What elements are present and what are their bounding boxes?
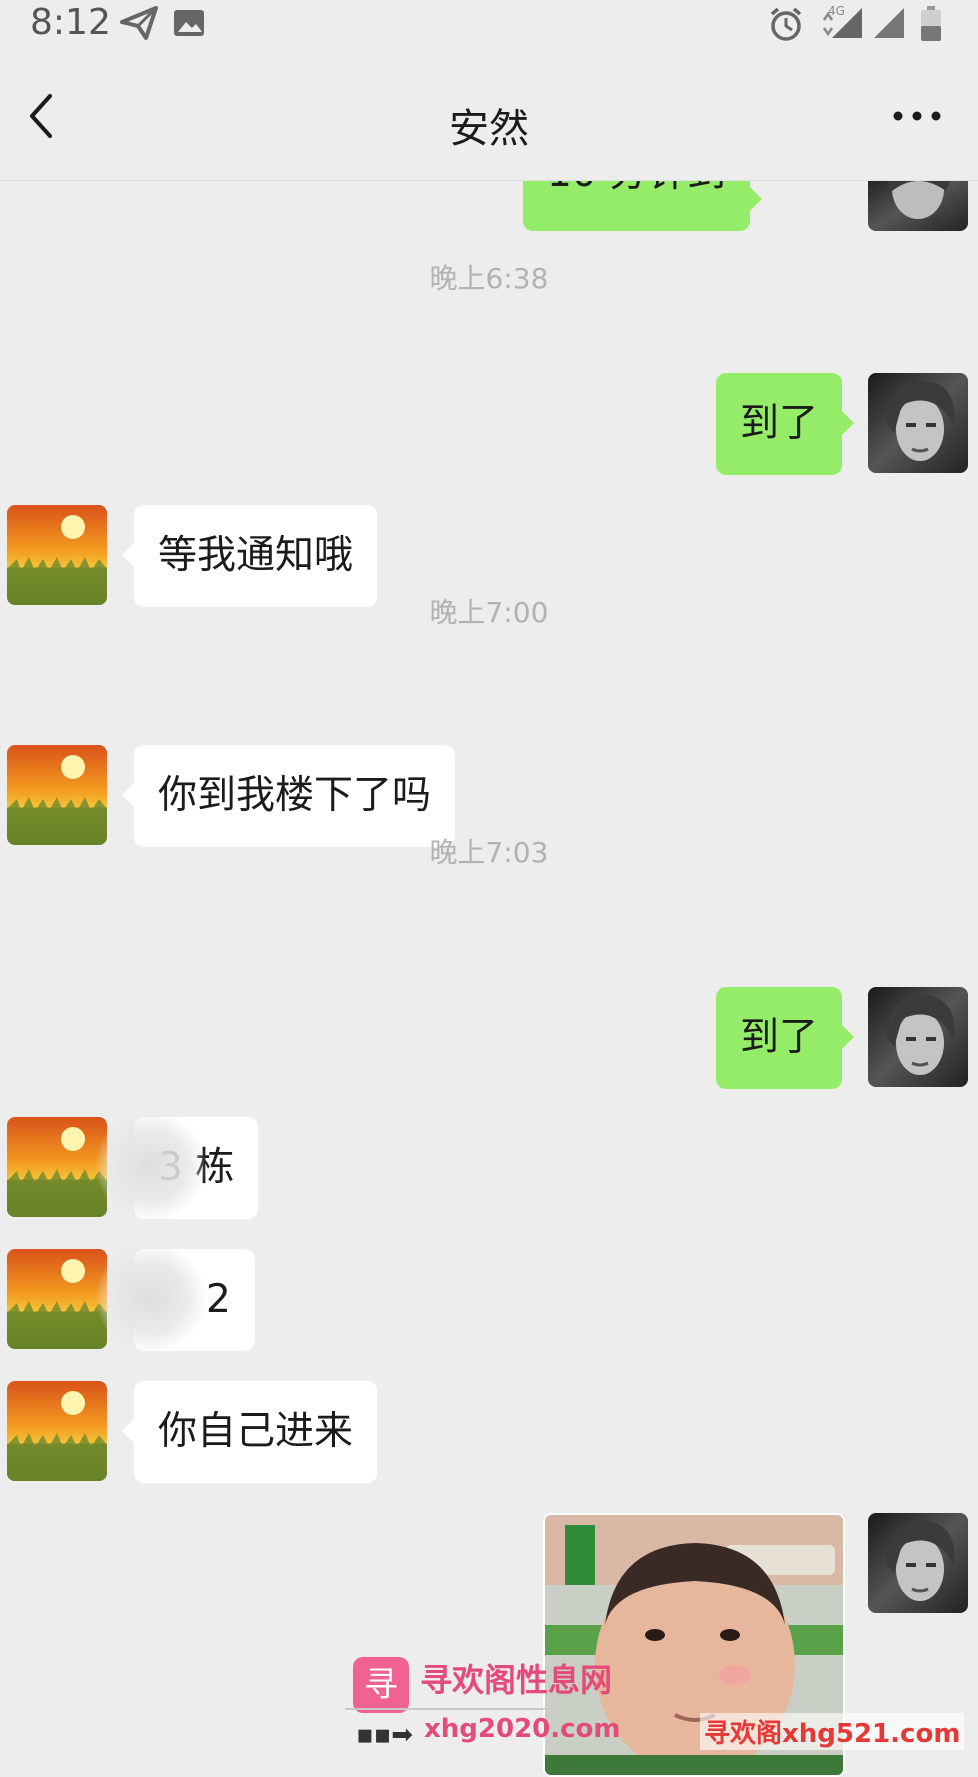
message-text: 到了: [740, 401, 819, 446]
send-icon: [120, 6, 158, 40]
message-text: 你到我楼下了吗: [158, 773, 432, 818]
portrait-avatar-image: [868, 373, 968, 473]
watermark-site-name: 寻欢阁性息网: [420, 1661, 613, 1699]
message-bubble-outgoing[interactable]: 10 分钟到: [522, 181, 763, 231]
my-avatar[interactable]: [868, 181, 968, 231]
contact-avatar[interactable]: [7, 505, 107, 605]
contact-avatar[interactable]: [7, 745, 107, 845]
battery-icon: [921, 6, 941, 41]
my-avatar[interactable]: [868, 1513, 968, 1613]
message-text: 10 分钟到: [547, 181, 726, 196]
message-text: 你自己进来: [158, 1409, 354, 1454]
message-text: 2: [206, 1277, 231, 1322]
signal-icon: [874, 8, 904, 38]
chat-title: 安然: [449, 106, 529, 152]
status-time: 8:12: [30, 2, 111, 43]
watermark-logo: 寻: [353, 1657, 409, 1713]
timestamp: 晚上6:38: [429, 262, 549, 295]
more-dots-icon[interactable]: [892, 108, 942, 124]
message-bubble-incoming[interactable]: 你自己进来: [121, 1381, 378, 1483]
contact-avatar[interactable]: [7, 1381, 107, 1481]
portrait-avatar-image: [868, 1513, 968, 1613]
portrait-avatar-image: [868, 987, 968, 1087]
privacy-blur: [96, 1111, 206, 1221]
watermark-url-left: xhg2020.com: [424, 1714, 621, 1744]
message-text: 等我通知哦: [158, 533, 354, 578]
sunset-avatar-image: [7, 745, 107, 845]
sunset-avatar-image: [7, 1249, 107, 1349]
timestamp: 晚上7:03: [429, 836, 549, 869]
portrait-avatar-image: [868, 181, 968, 231]
contact-avatar[interactable]: [7, 1249, 107, 1349]
signal-icon: [822, 8, 862, 38]
watermark-divider: [345, 1708, 555, 1710]
sunset-avatar-image: [7, 1117, 107, 1217]
timestamp: 晚上7:00: [429, 596, 549, 629]
message-bubble-outgoing[interactable]: 到了: [716, 373, 855, 475]
my-avatar[interactable]: [868, 373, 968, 473]
status-bar: 8:12 4G: [0, 0, 978, 52]
my-avatar[interactable]: [868, 987, 968, 1087]
sunset-avatar-image: [7, 505, 107, 605]
image-icon: [174, 10, 204, 36]
privacy-blur: [96, 1243, 206, 1353]
message-bubble-outgoing[interactable]: 到了: [716, 987, 855, 1089]
message-text: 到了: [740, 1015, 819, 1060]
watermark-url-right: 寻欢阁xhg521.com: [700, 1713, 965, 1750]
chat-header: 安然: [0, 52, 978, 181]
arrow-right-icon: ▪▪➡: [356, 1720, 414, 1750]
contact-avatar[interactable]: [7, 1117, 107, 1217]
alarm-icon: [770, 7, 802, 41]
sunset-avatar-image: [7, 1381, 107, 1481]
